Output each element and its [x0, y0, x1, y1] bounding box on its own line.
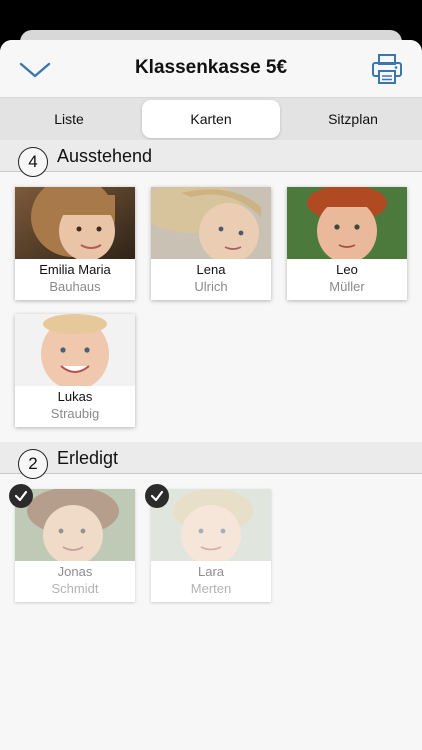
- printer-icon[interactable]: [370, 52, 404, 86]
- student-first-name: Leo: [336, 262, 358, 277]
- done-card-grid: Jonas Schmidt Lara Merten: [0, 474, 422, 634]
- student-last-name: Merten: [190, 581, 232, 596]
- student-card[interactable]: Leo Müller: [287, 187, 407, 300]
- student-card[interactable]: Jonas Schmidt: [15, 489, 135, 602]
- student-last-name: Müller: [329, 279, 365, 294]
- student-last-name: Schmidt: [51, 581, 99, 596]
- student-photo: [151, 187, 271, 259]
- student-first-name: Jonas: [57, 564, 93, 579]
- checkmark-badge-icon: [145, 484, 169, 508]
- student-card[interactable]: Lena Ulrich: [151, 187, 271, 300]
- student-first-name: Lena: [196, 262, 226, 277]
- student-last-name: Bauhaus: [49, 279, 101, 294]
- student-photo: [287, 187, 407, 259]
- student-first-name: Lara: [197, 564, 225, 579]
- tab-karten[interactable]: Karten: [142, 100, 280, 138]
- section-header-done: 2 Erledigt: [0, 442, 422, 479]
- student-last-name: Straubig: [50, 406, 100, 421]
- student-photo: [15, 314, 135, 386]
- student-first-name: Emilia Maria: [39, 262, 111, 277]
- tab-sitzplan[interactable]: Sitzplan: [284, 100, 422, 138]
- student-card[interactable]: Lukas Straubig: [15, 314, 135, 427]
- section-title-done: Erledigt: [57, 448, 119, 468]
- student-card[interactable]: Lara Merten: [151, 489, 271, 602]
- student-photo: [15, 489, 135, 561]
- student-photo: [15, 187, 135, 259]
- view-segmented-control: Liste Karten Sitzplan: [0, 98, 422, 140]
- nav-header: Klassenkasse 5€: [0, 40, 422, 98]
- page-title: Klassenkasse 5€: [134, 57, 288, 78]
- student-last-name: Ulrich: [194, 279, 228, 294]
- student-card[interactable]: Emilia Maria Bauhaus: [15, 187, 135, 300]
- section-title-pending: Ausstehend: [57, 146, 153, 166]
- tab-liste[interactable]: Liste: [0, 100, 138, 138]
- section-header-pending: 4 Ausstehend: [0, 140, 422, 177]
- pending-card-grid: Emilia Maria Bauhaus Lena Ulrich Leo Mül…: [0, 172, 422, 442]
- student-first-name: Lukas: [57, 389, 93, 404]
- modal-sheet: Klassenkasse 5€ Liste Karten Sitzplan 4 …: [0, 40, 422, 750]
- checkmark-badge-icon: [9, 484, 33, 508]
- student-photo: [151, 489, 271, 561]
